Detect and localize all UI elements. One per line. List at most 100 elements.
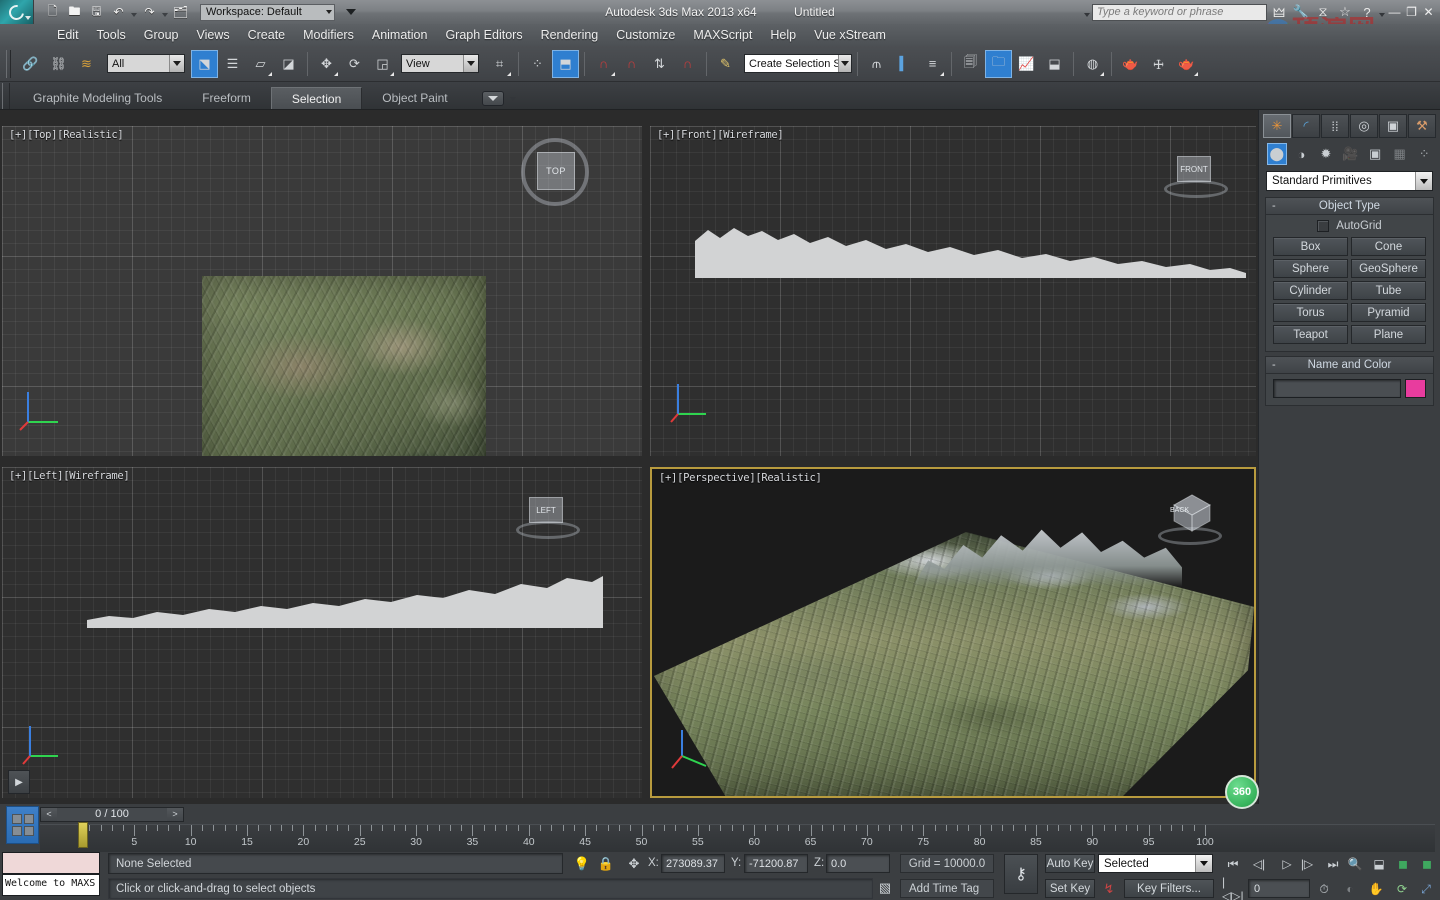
set-project-folder-icon[interactable]: 🗂 bbox=[171, 3, 190, 22]
shapes-category[interactable]: ◑ bbox=[1292, 143, 1312, 165]
autogrid-row[interactable]: AutoGrid bbox=[1273, 220, 1426, 232]
coord-x-input[interactable]: 273089.37 bbox=[661, 854, 725, 873]
unlink-selection-icon[interactable]: ⛓ bbox=[45, 50, 72, 78]
create-tab[interactable]: ✳ bbox=[1263, 114, 1291, 138]
menu-item-create[interactable]: Create bbox=[239, 26, 295, 44]
render-production-icon[interactable]: 🫖 bbox=[1173, 50, 1200, 78]
open-file-icon[interactable]: 🖿 bbox=[65, 3, 84, 22]
tab-graphite-modeling-tools[interactable]: Graphite Modeling Tools bbox=[13, 87, 182, 109]
absolute-relative-transform-icon[interactable]: ✥ bbox=[624, 853, 644, 874]
tab-selection[interactable]: Selection bbox=[270, 87, 363, 109]
new-file-icon[interactable]: 🗋 bbox=[43, 3, 62, 22]
ribbon-minimize-dropdown-icon[interactable] bbox=[481, 91, 504, 106]
torus-button[interactable]: Torus bbox=[1273, 303, 1348, 322]
redo-icon[interactable]: ↷ bbox=[140, 3, 159, 22]
menu-item-vue-xstream[interactable]: Vue xStream bbox=[805, 26, 895, 44]
cylinder-button[interactable]: Cylinder bbox=[1273, 281, 1348, 300]
object-type-rollout-header[interactable]: - Object Type bbox=[1266, 198, 1433, 215]
select-and-link-icon[interactable]: 🔗 bbox=[17, 50, 44, 78]
select-and-move-icon[interactable]: ✥ bbox=[313, 50, 340, 78]
menu-item-customize[interactable]: Customize bbox=[607, 26, 684, 44]
zoom-extents-all-icon[interactable]: 🔍 bbox=[1346, 855, 1364, 873]
modify-tab[interactable]: ◜ bbox=[1292, 114, 1320, 138]
curve-editor-icon[interactable]: 📈 bbox=[1013, 50, 1040, 78]
viewport-front-label[interactable]: [+][Front][Wireframe] bbox=[657, 129, 784, 141]
close-button[interactable]: ✕ bbox=[1421, 2, 1436, 22]
wrench-icon[interactable]: 🔧 bbox=[1291, 2, 1311, 22]
orbit-sub-icon[interactable]: ◐ bbox=[1340, 880, 1360, 898]
help-dropdown-icon[interactable] bbox=[1379, 13, 1385, 17]
key-filters-button[interactable]: Key Filters... bbox=[1124, 879, 1214, 898]
pyramid-button[interactable]: Pyramid bbox=[1351, 303, 1426, 322]
search-input[interactable]: Type a keyword or phrase bbox=[1092, 3, 1267, 21]
lights-category[interactable]: ✹ bbox=[1316, 143, 1336, 165]
frame-indicator-box[interactable]: < 0 / 100 > bbox=[40, 806, 184, 822]
viewport-perspective[interactable]: [+][Perspective][Realistic] BACK bbox=[650, 467, 1256, 798]
workspace-selector[interactable]: Workspace: Default bbox=[200, 3, 335, 21]
bind-to-space-warp-icon[interactable]: ≋ bbox=[73, 50, 100, 78]
undo-dropdown-icon[interactable] bbox=[131, 12, 137, 17]
viewport-perspective-label[interactable]: [+][Perspective][Realistic] bbox=[659, 472, 822, 484]
viewport-front[interactable]: [+][Front][Wireframe] FRONT bbox=[650, 126, 1256, 456]
selection-filter-combo[interactable]: All bbox=[107, 54, 185, 73]
helpers-category[interactable]: ▣ bbox=[1365, 143, 1385, 165]
teapot-button[interactable]: Teapot bbox=[1273, 325, 1348, 344]
set-key-mode-icon[interactable]: ⚷ bbox=[1004, 854, 1038, 894]
go-to-end-icon[interactable]: ⏭ bbox=[1322, 855, 1344, 873]
viewport-layout-button[interactable] bbox=[6, 806, 39, 844]
adaptive-degradation-icon[interactable]: ▧ bbox=[875, 878, 895, 898]
sphere-button[interactable]: Sphere bbox=[1273, 259, 1348, 278]
viewport-left[interactable]: [+][Left][Wireframe] LEFT bbox=[2, 467, 642, 798]
hierarchy-tab[interactable]: ⁞⁞ bbox=[1321, 114, 1349, 138]
rendered-frame-window-icon[interactable]: 🜊 bbox=[1145, 50, 1172, 78]
rectangular-selection-region-icon[interactable]: ▱ bbox=[247, 50, 274, 78]
ribbon-options-icon[interactable] bbox=[509, 97, 516, 101]
align-icon[interactable]: ▍ bbox=[891, 50, 918, 78]
key-mode-combo[interactable]: Selected bbox=[1098, 854, 1213, 873]
reference-coordinate-system-combo[interactable]: View bbox=[401, 54, 479, 73]
viewport-top[interactable]: [+][Top][Realistic] TOP bbox=[2, 126, 642, 456]
pan-view-icon[interactable]: ✋ bbox=[1366, 880, 1386, 898]
mirror-tool-icon[interactable]: ⫙ bbox=[863, 50, 890, 78]
maxscript-mini-listener-pink[interactable] bbox=[2, 852, 100, 874]
object-name-input[interactable] bbox=[1273, 379, 1401, 398]
menu-item-graph-editors[interactable]: Graph Editors bbox=[436, 26, 531, 44]
maxscript-mini-listener[interactable]: Welcome to MAXS bbox=[2, 874, 100, 896]
named-selection-set-combo[interactable]: Create Selection Set bbox=[744, 54, 852, 73]
set-key-button[interactable]: Set Key bbox=[1045, 879, 1095, 898]
field-of-view-icon[interactable]: ◼ bbox=[1418, 855, 1436, 873]
timeline-ruler[interactable]: 5 10 15 20 25 30 35 40 45 50 55 60 65 70 75 80 85 90 95 100 bbox=[40, 824, 1435, 852]
select-and-manipulate-icon[interactable]: ⁘ bbox=[524, 50, 551, 78]
menu-item-views[interactable]: Views bbox=[187, 26, 238, 44]
use-pivot-point-center-icon[interactable]: ⌗ bbox=[486, 50, 513, 78]
key-mode-toggle-icon[interactable]: |◁▷| bbox=[1222, 875, 1244, 900]
menu-item-rendering[interactable]: Rendering bbox=[532, 26, 608, 44]
spinner-snap-toggle-icon[interactable]: ⇅ bbox=[646, 50, 673, 78]
compass-icon[interactable]: ⧖ bbox=[1313, 2, 1333, 22]
binoculars-icon[interactable]: 🜲 bbox=[1269, 2, 1289, 22]
utilities-tab[interactable]: ⚒ bbox=[1408, 114, 1436, 138]
menu-item-modifiers[interactable]: Modifiers bbox=[294, 26, 363, 44]
coord-z-input[interactable]: 0.0 bbox=[826, 854, 890, 873]
tab-freeform[interactable]: Freeform bbox=[182, 87, 271, 109]
next-frame-icon[interactable]: |▷ bbox=[1296, 855, 1318, 873]
geosphere-button[interactable]: GeoSphere bbox=[1351, 259, 1426, 278]
next-frame-button[interactable]: > bbox=[167, 807, 183, 821]
redo-dropdown-icon[interactable] bbox=[162, 12, 168, 17]
cameras-category[interactable]: 🎥 bbox=[1341, 143, 1361, 165]
mirror-icon[interactable]: ✎ bbox=[712, 50, 739, 78]
ribbon-grip[interactable] bbox=[2, 83, 10, 109]
help-icon[interactable]: ? bbox=[1357, 2, 1377, 22]
current-frame-spinner[interactable]: 0 bbox=[1248, 879, 1310, 898]
percent-snap-toggle-icon[interactable]: ∩ bbox=[618, 50, 645, 78]
save-file-icon[interactable]: 🖫 bbox=[87, 3, 106, 22]
orbit-icon[interactable]: ⟳ bbox=[1392, 880, 1412, 898]
selection-lock-icon[interactable]: 🔒 bbox=[596, 853, 616, 874]
select-by-name-icon[interactable]: ☰ bbox=[219, 50, 246, 78]
manage-layers-icon[interactable]: 🗀 bbox=[985, 49, 1012, 78]
time-configuration-icon[interactable]: ⏱ bbox=[1314, 880, 1334, 898]
maximize-viewport-icon[interactable]: ⬓ bbox=[1370, 855, 1388, 873]
angle-snap-toggle-icon[interactable]: ∩ bbox=[590, 50, 617, 78]
space-warps-category[interactable]: ▦ bbox=[1390, 143, 1410, 165]
layer-explorer-icon[interactable]: 🗐 bbox=[957, 50, 984, 78]
